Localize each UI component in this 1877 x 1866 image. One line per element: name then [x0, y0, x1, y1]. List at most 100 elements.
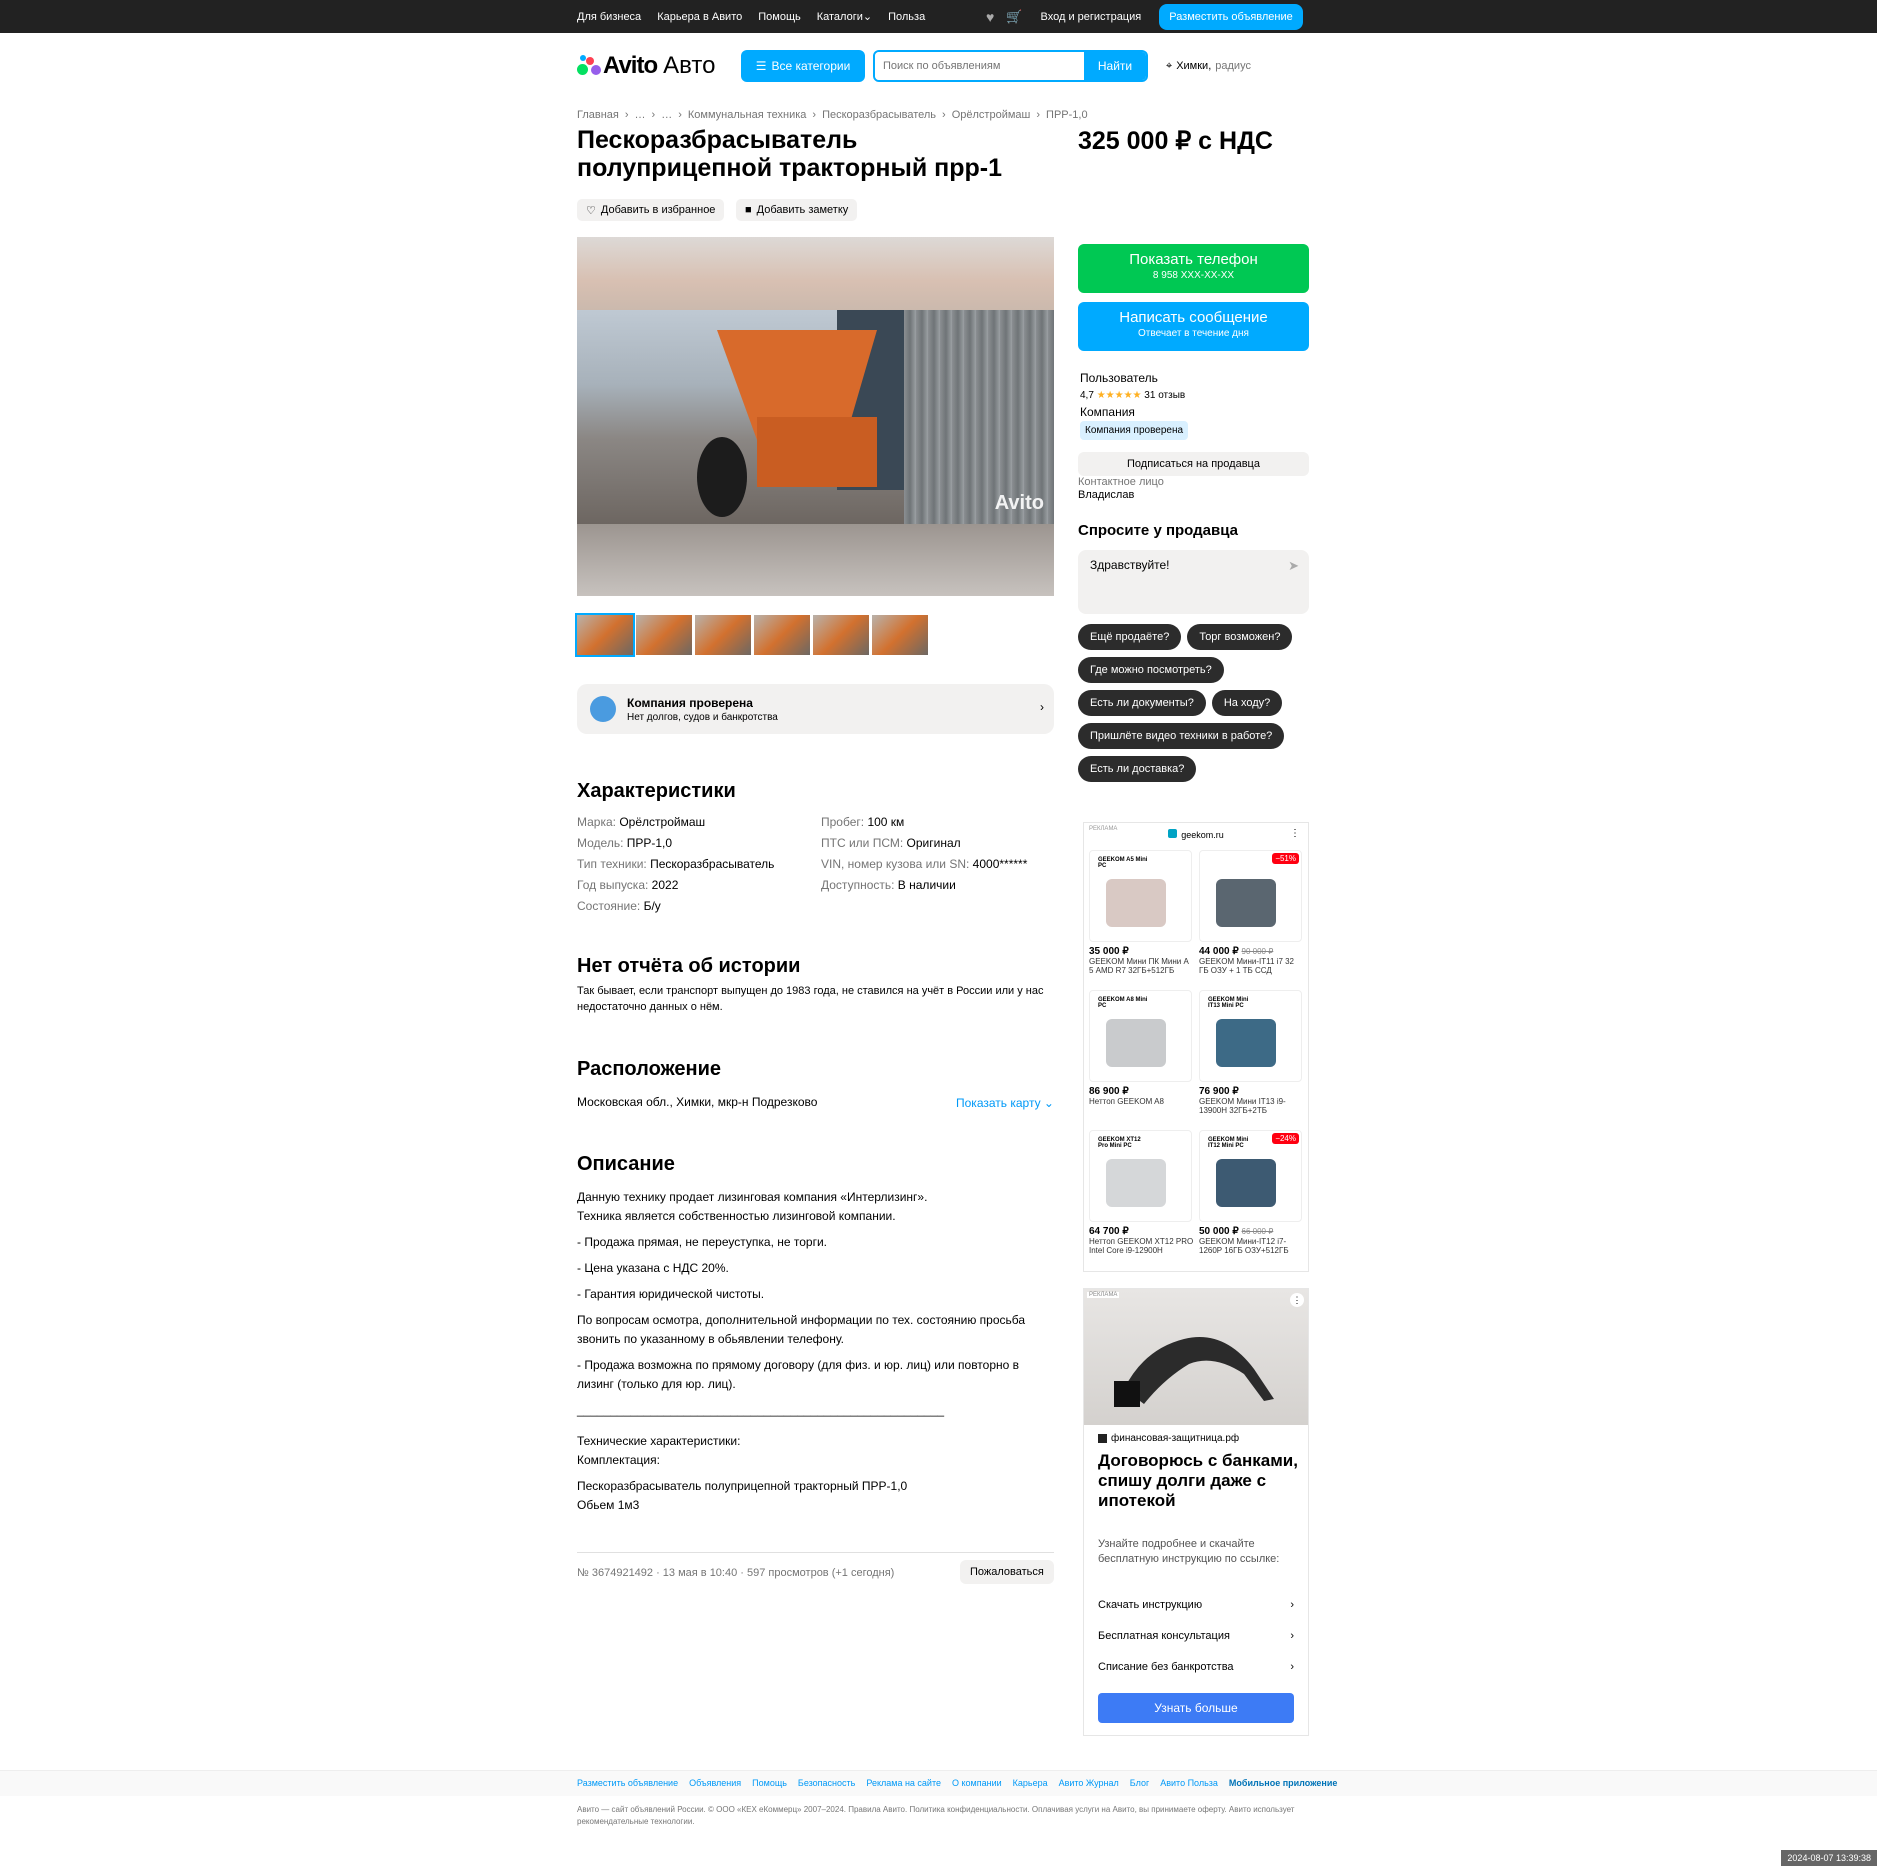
crumb-separator: ›: [624, 109, 629, 121]
main-photo[interactable]: Avito: [577, 237, 1054, 596]
catalogs-label: Каталоги: [816, 11, 863, 23]
footer-link-mobile-app[interactable]: Мобильное приложение: [1229, 1778, 1337, 1788]
char-value: Пескоразбрасыватель: [650, 857, 775, 871]
more-icon[interactable]: ⋮: [1290, 1293, 1304, 1307]
thumbnail[interactable]: [813, 615, 869, 655]
show-map-link[interactable]: Показать карту ⌄: [956, 1096, 1054, 1110]
top-link-business[interactable]: Для бизнеса: [577, 11, 641, 23]
complain-button[interactable]: Пожаловаться: [960, 1560, 1054, 1584]
quick-question[interactable]: Ещё продаёте?: [1078, 624, 1182, 650]
top-link-career[interactable]: Карьера в Авито: [657, 11, 742, 23]
top-link-benefit[interactable]: Польза: [888, 11, 925, 23]
footer-link[interactable]: Реклама на сайте: [866, 1778, 941, 1788]
product-price: 86 900 ₽: [1089, 1086, 1194, 1097]
char-row: Пробег: 100 км: [821, 812, 1027, 833]
footer-link[interactable]: Блог: [1130, 1778, 1149, 1788]
add-favorite-button[interactable]: ♡ Добавить в избранное: [577, 199, 725, 221]
quick-question[interactable]: Пришлёте видео техники в работе?: [1078, 723, 1285, 749]
crumb-home[interactable]: Главная: [577, 109, 619, 121]
ad-row[interactable]: Списание без банкротства ›: [1098, 1661, 1294, 1673]
favorites-heart-icon[interactable]: ♥: [986, 9, 994, 25]
ad-row[interactable]: Бесплатная консультация ›: [1098, 1630, 1294, 1642]
char-key: ПТС или ПСМ:: [821, 836, 904, 850]
quick-question[interactable]: На ходу?: [1211, 690, 1283, 716]
ad-product[interactable]: −51% 44 000 ₽ 90 000 ₽ GEEKOM Мини-IT11 …: [1199, 850, 1304, 975]
ad-finance[interactable]: РЕКЛАМА ⋮ финансовая-защитница.рф Догово…: [1083, 1288, 1309, 1736]
subscribe-button[interactable]: Подписаться на продавца: [1078, 452, 1309, 476]
footer-link[interactable]: Авито Польза: [1160, 1778, 1218, 1788]
ad-geekom[interactable]: РЕКЛАМА geekom.ru ⋮ GEEKOM A5 Mini PC 35…: [1083, 822, 1309, 1272]
thumbnail[interactable]: [575, 613, 635, 657]
top-link-help[interactable]: Помощь: [758, 11, 801, 23]
ad-domain[interactable]: финансовая-защитница.рф: [1098, 1433, 1239, 1444]
ad-cta-button[interactable]: Узнать больше: [1098, 1693, 1294, 1723]
send-icon[interactable]: ➤: [1288, 558, 1299, 574]
footer-link[interactable]: Разместить объявление: [577, 1778, 678, 1788]
ad-product[interactable]: GEEKOM XT12 Pro Mini PC 64 700 ₽ Неттоп …: [1089, 1130, 1194, 1255]
footer-link[interactable]: Безопасность: [798, 1778, 855, 1788]
seller-rating-row[interactable]: 4,7 ★★★★★ 31 отзыв: [1080, 387, 1188, 404]
char-value: В наличии: [897, 878, 956, 892]
thumbnail[interactable]: [695, 615, 751, 655]
thumbnail[interactable]: [636, 615, 692, 655]
product-price: 35 000 ₽: [1089, 946, 1194, 957]
ad-domain[interactable]: geekom.ru: [1084, 829, 1308, 840]
cart-icon[interactable]: 🛒: [1006, 9, 1022, 25]
crumb-2[interactable]: …: [635, 109, 646, 121]
ad-domain-text: geekom.ru: [1181, 830, 1224, 840]
quick-question[interactable]: Есть ли доставка?: [1078, 756, 1197, 782]
desc-paragraph: - Продажа прямая, не переуступка, не тор…: [577, 1235, 828, 1249]
seller-name[interactable]: Пользователь: [1080, 370, 1188, 387]
phone-masked: 8 958 XXX-XX-XX: [1152, 270, 1235, 281]
show-phone-button[interactable]: Показать телефон 8 958 XXX-XX-XX: [1078, 244, 1309, 293]
ad-row[interactable]: Скачать инструкцию ›: [1098, 1599, 1294, 1611]
ad-product[interactable]: GEEKOM A5 Mini PC 35 000 ₽ GEEKOM Мини П…: [1089, 850, 1194, 975]
footer-link[interactable]: Помощь: [752, 1778, 787, 1788]
footer-link[interactable]: О компании: [952, 1778, 1002, 1788]
ad-product[interactable]: GEEKOM Mini IT12 Mini PC −24% 50 000 ₽ 66…: [1199, 1130, 1304, 1255]
more-icon[interactable]: ⋮: [1290, 828, 1300, 839]
ad-headline[interactable]: Договорюсь с банками, спишу долги даже с…: [1098, 1451, 1298, 1511]
ad-product[interactable]: GEEKOM A8 Mini PC 86 900 ₽ Неттоп GEEKOM…: [1089, 990, 1194, 1106]
avito-logo[interactable]: Avito Авто: [577, 52, 741, 80]
add-note-button[interactable]: ■ Добавить заметку: [736, 199, 858, 221]
post-ad-button[interactable]: Разместить объявление: [1159, 3, 1303, 30]
write-message-button[interactable]: Написать сообщение Отвечает в течение дн…: [1078, 302, 1309, 351]
desc-paragraph: Технические характеристики: Комплектация:: [577, 1432, 1057, 1470]
char-key: Состояние:: [577, 899, 641, 913]
crumb-3[interactable]: …: [661, 109, 672, 121]
photo-blur-bottom: [577, 524, 1054, 596]
footer-link[interactable]: Объявления: [689, 1778, 741, 1788]
crumb-municipal[interactable]: Коммунальная техника: [688, 109, 807, 121]
crumb-spreader[interactable]: Пескоразбрасыватель: [822, 109, 936, 121]
all-categories-button[interactable]: ☰ Все категории: [741, 50, 865, 82]
price-value: 86 900 ₽: [1089, 1086, 1129, 1097]
thumbnail[interactable]: [754, 615, 810, 655]
footer-link[interactable]: Авито Журнал: [1059, 1778, 1119, 1788]
location-selector[interactable]: ⌖ Химки, радиус: [1166, 60, 1251, 73]
chevron-right-icon: ›: [1290, 1599, 1294, 1611]
login-link[interactable]: Вход и регистрация: [1041, 11, 1142, 23]
crumb-model[interactable]: ПРР-1,0: [1046, 109, 1088, 121]
quick-question[interactable]: Есть ли документы?: [1078, 690, 1206, 716]
product-img-name: GEEKOM Mini IT13 Mini PC: [1208, 997, 1249, 1009]
search-button[interactable]: Найти: [1084, 52, 1146, 80]
company-verified-card[interactable]: Компания проверена Нет долгов, судов и б…: [577, 684, 1054, 734]
crumb-brand[interactable]: Орёлстроймаш: [952, 109, 1031, 121]
top-link-catalogs[interactable]: Каталоги⌄: [817, 10, 872, 23]
message-text: Здравствуйте!: [1090, 558, 1170, 572]
photo-thumbnails: [575, 613, 928, 657]
contact-label: Контактное лицо: [1078, 476, 1164, 488]
product-box: [1216, 1019, 1276, 1067]
verified-person-icon: [590, 696, 616, 722]
quick-question[interactable]: Торг возможен?: [1187, 624, 1293, 650]
footer-link[interactable]: Карьера: [1013, 1778, 1048, 1788]
add-note-label: Добавить заметку: [756, 204, 849, 216]
message-input[interactable]: Здравствуйте! ➤: [1078, 550, 1309, 614]
thumbnail[interactable]: [872, 615, 928, 655]
ad-product[interactable]: GEEKOM Mini IT13 Mini PC 76 900 ₽ GEEKOM…: [1199, 990, 1304, 1115]
search-input[interactable]: [875, 52, 1084, 80]
quick-question[interactable]: Где можно посмотреть?: [1078, 657, 1224, 683]
old-price: 66 000 ₽: [1241, 1227, 1274, 1236]
ad-image: [1084, 1289, 1308, 1425]
